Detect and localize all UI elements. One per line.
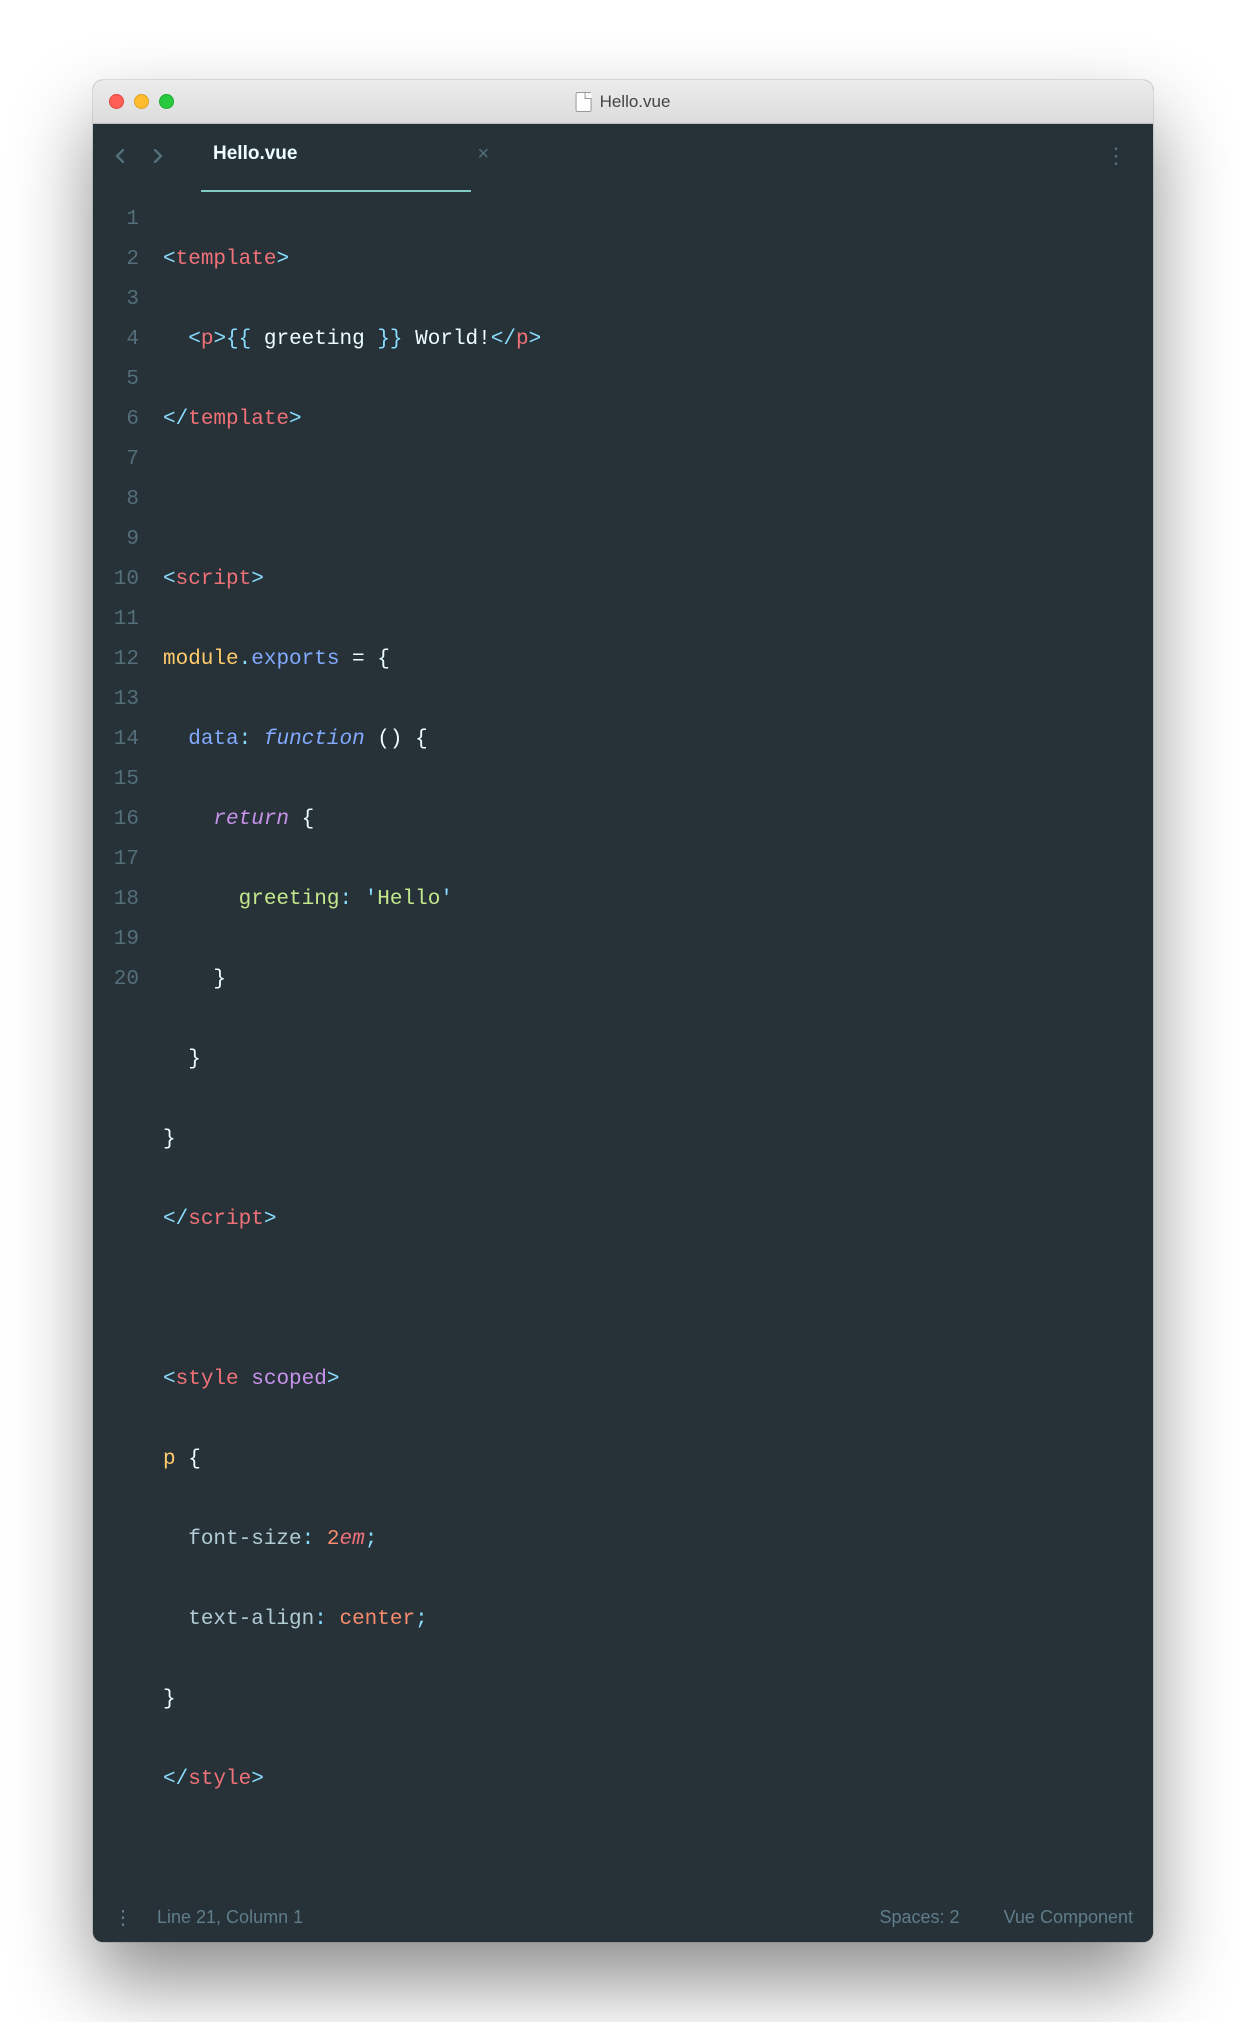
code-line: }	[163, 1120, 1153, 1160]
maximize-window-button[interactable]	[159, 94, 174, 109]
code-line	[163, 1280, 1153, 1320]
tab-label: Hello.vue	[213, 143, 297, 165]
file-icon	[576, 92, 592, 112]
line-number: 18	[93, 880, 139, 920]
window-title: Hello.vue	[600, 92, 671, 112]
line-number: 20	[93, 960, 139, 1000]
line-number: 13	[93, 680, 139, 720]
status-menu-icon[interactable]: ⋮	[113, 1905, 133, 1930]
code-line: }	[163, 960, 1153, 1000]
indentation-status[interactable]: Spaces: 2	[880, 1907, 960, 1928]
line-number: 19	[93, 920, 139, 960]
close-window-button[interactable]	[109, 94, 124, 109]
line-number: 1	[93, 200, 139, 240]
nav-forward-icon[interactable]	[151, 149, 165, 163]
cursor-position[interactable]: Line 21, Column 1	[157, 1907, 856, 1928]
line-number: 5	[93, 360, 139, 400]
line-number: 17	[93, 840, 139, 880]
line-number: 4	[93, 320, 139, 360]
line-number: 12	[93, 640, 139, 680]
line-number: 9	[93, 520, 139, 560]
code-line: </style>	[163, 1760, 1153, 1800]
code-line: p {	[163, 1440, 1153, 1480]
line-number: 15	[93, 760, 139, 800]
status-right: Spaces: 2 Vue Component	[880, 1907, 1133, 1928]
code-line: data: function () {	[163, 720, 1153, 760]
code-line: greeting: 'Hello'	[163, 880, 1153, 920]
window-title-group: Hello.vue	[576, 92, 671, 112]
code-line: <style scoped>	[163, 1360, 1153, 1400]
code-line: font-size: 2em;	[163, 1520, 1153, 1560]
language-mode[interactable]: Vue Component	[1004, 1907, 1133, 1928]
line-number: 3	[93, 280, 139, 320]
line-number: 16	[93, 800, 139, 840]
traffic-lights	[109, 94, 174, 109]
code-line: <p>{{ greeting }} World!</p>	[163, 320, 1153, 360]
tab-active-indicator	[201, 190, 471, 192]
code-line: <script>	[163, 560, 1153, 600]
line-number: 10	[93, 560, 139, 600]
line-gutter: 1 2 3 4 5 6 7 8 9 10 11 12 13 14 15 16 1…	[93, 200, 163, 1880]
code-line	[163, 480, 1153, 520]
line-number: 2	[93, 240, 139, 280]
code-content[interactable]: <template> <p>{{ greeting }} World!</p> …	[163, 200, 1153, 1880]
code-line: </script>	[163, 1200, 1153, 1240]
line-number: 11	[93, 600, 139, 640]
code-line: </template>	[163, 400, 1153, 440]
status-bar: ⋮ Line 21, Column 1 Spaces: 2 Vue Compon…	[93, 1892, 1153, 1942]
line-number: 6	[93, 400, 139, 440]
code-line: text-align: center;	[163, 1600, 1153, 1640]
editor-window: Hello.vue Hello.vue × ⋮ 1 2 3 4 5 6 7 8 …	[93, 80, 1153, 1942]
more-menu-icon[interactable]: ⋮	[1105, 143, 1129, 169]
code-line: return {	[163, 800, 1153, 840]
code-line: <template>	[163, 240, 1153, 280]
nav-arrows	[113, 149, 165, 163]
code-line: }	[163, 1040, 1153, 1080]
tab-hello-vue[interactable]: Hello.vue ×	[213, 143, 489, 170]
line-number: 7	[93, 440, 139, 480]
close-tab-icon[interactable]: ×	[477, 143, 489, 166]
minimize-window-button[interactable]	[134, 94, 149, 109]
titlebar: Hello.vue	[93, 80, 1153, 124]
tab-bar: Hello.vue × ⋮	[93, 124, 1153, 188]
nav-back-icon[interactable]	[113, 149, 127, 163]
line-number: 14	[93, 720, 139, 760]
editor-area: 1 2 3 4 5 6 7 8 9 10 11 12 13 14 15 16 1…	[93, 188, 1153, 1892]
code-line: }	[163, 1680, 1153, 1720]
code-line: module.exports = {	[163, 640, 1153, 680]
line-number: 8	[93, 480, 139, 520]
